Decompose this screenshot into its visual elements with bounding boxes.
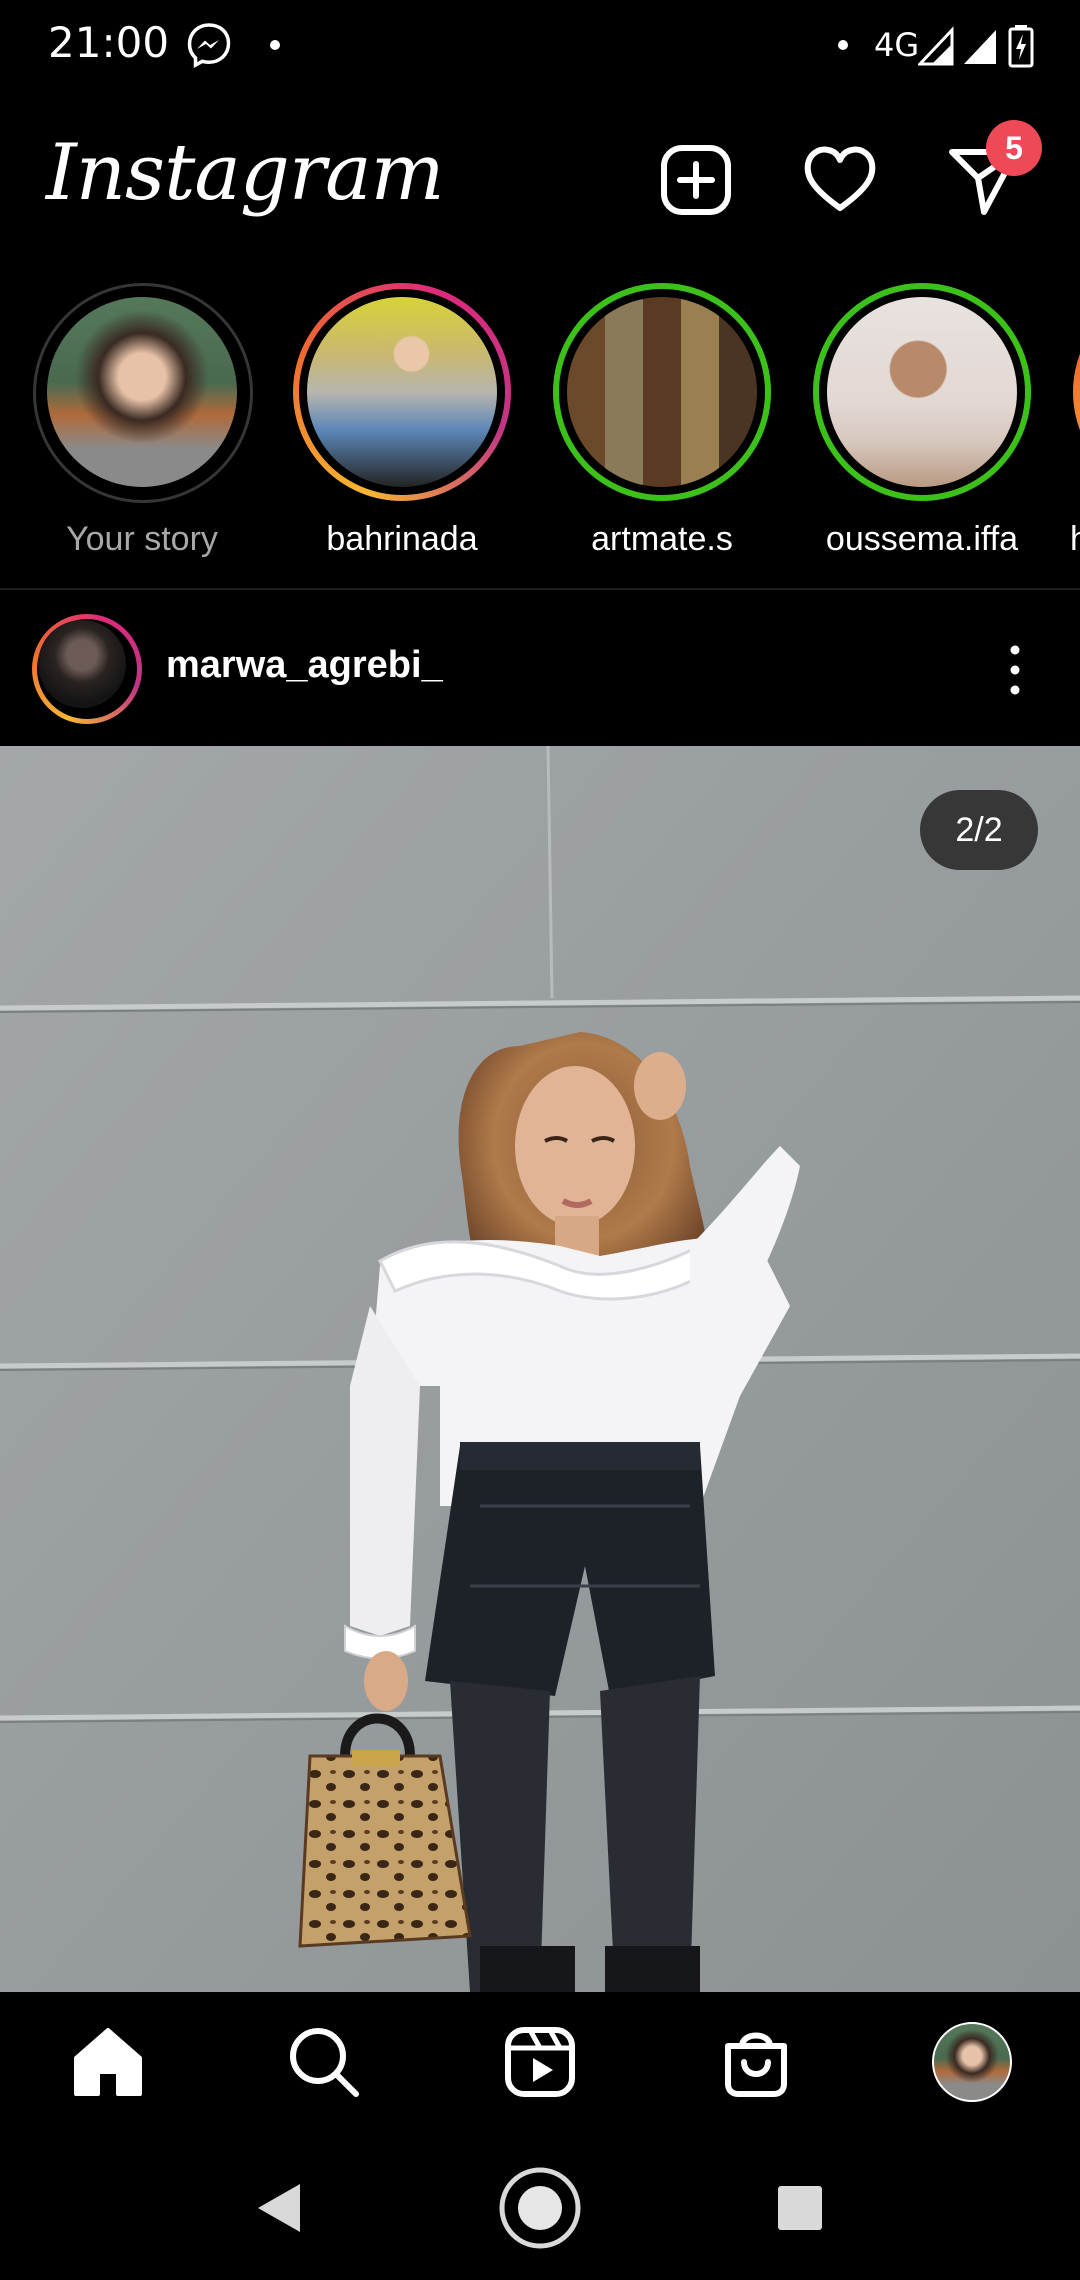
divider	[0, 588, 1080, 590]
heart-icon[interactable]	[802, 142, 878, 218]
bottom-nav	[0, 1992, 1080, 2138]
story-ring	[553, 283, 771, 501]
recents-icon[interactable]	[776, 2184, 824, 2232]
story-artmate-s[interactable]: artmate.s	[550, 280, 780, 580]
story-name: oussema.iffa	[825, 520, 1019, 558]
avatar	[827, 297, 1017, 487]
stories-tray: Your story bahrinada artmate.s oussema.i…	[0, 280, 1080, 580]
dot-icon	[838, 40, 848, 50]
battery-charging-icon	[1008, 25, 1034, 68]
more-options-icon[interactable]	[1000, 642, 1030, 698]
search-icon[interactable]	[284, 2022, 364, 2102]
story-ring	[293, 283, 511, 501]
story-name: h	[1070, 520, 1080, 558]
home-button-icon[interactable]	[498, 2166, 582, 2250]
system-navigation-bar	[0, 2138, 1080, 2280]
new-post-icon[interactable]	[658, 142, 734, 218]
story-oussema-iffa[interactable]: oussema.iffa	[810, 280, 1040, 580]
post-username[interactable]: marwa_agrebi_	[166, 644, 443, 687]
network-type: 4G	[874, 26, 920, 64]
back-icon[interactable]	[254, 2180, 304, 2236]
avatar	[307, 297, 497, 487]
status-time: 21:00	[48, 18, 170, 67]
post-avatar[interactable]	[32, 614, 142, 724]
story-name: bahrinada	[326, 520, 478, 558]
post-header: marwa_agrebi_	[0, 600, 1080, 740]
post-photo-illustration	[0, 746, 1080, 1992]
signal-icon	[964, 30, 996, 64]
notification-dot-icon	[270, 40, 280, 50]
story-ring	[1073, 283, 1080, 501]
reels-icon[interactable]	[500, 2022, 580, 2102]
story-ring	[33, 283, 253, 503]
avatar	[567, 297, 757, 487]
post-photo[interactable]	[0, 746, 1080, 1992]
messenger-icon	[187, 23, 231, 68]
story-name: Your story	[66, 520, 218, 558]
app-header: Instagram	[0, 120, 1080, 240]
story-ring	[813, 283, 1031, 501]
profile-avatar[interactable]	[932, 2022, 1012, 2102]
status-bar: 21:00 4G	[0, 0, 1080, 90]
story-partial[interactable]: h	[1070, 280, 1080, 580]
signal-icon	[918, 26, 954, 66]
carousel-counter: 2/2	[920, 790, 1038, 870]
instagram-logo[interactable]: Instagram	[46, 128, 445, 218]
story-bahrinada[interactable]: bahrinada	[290, 280, 520, 580]
avatar	[47, 297, 237, 487]
story-name: artmate.s	[591, 520, 733, 558]
dm-badge: 5	[986, 120, 1042, 176]
story-your-story[interactable]: Your story	[30, 280, 260, 580]
shop-icon[interactable]	[716, 2022, 796, 2102]
home-icon[interactable]	[68, 2022, 148, 2102]
